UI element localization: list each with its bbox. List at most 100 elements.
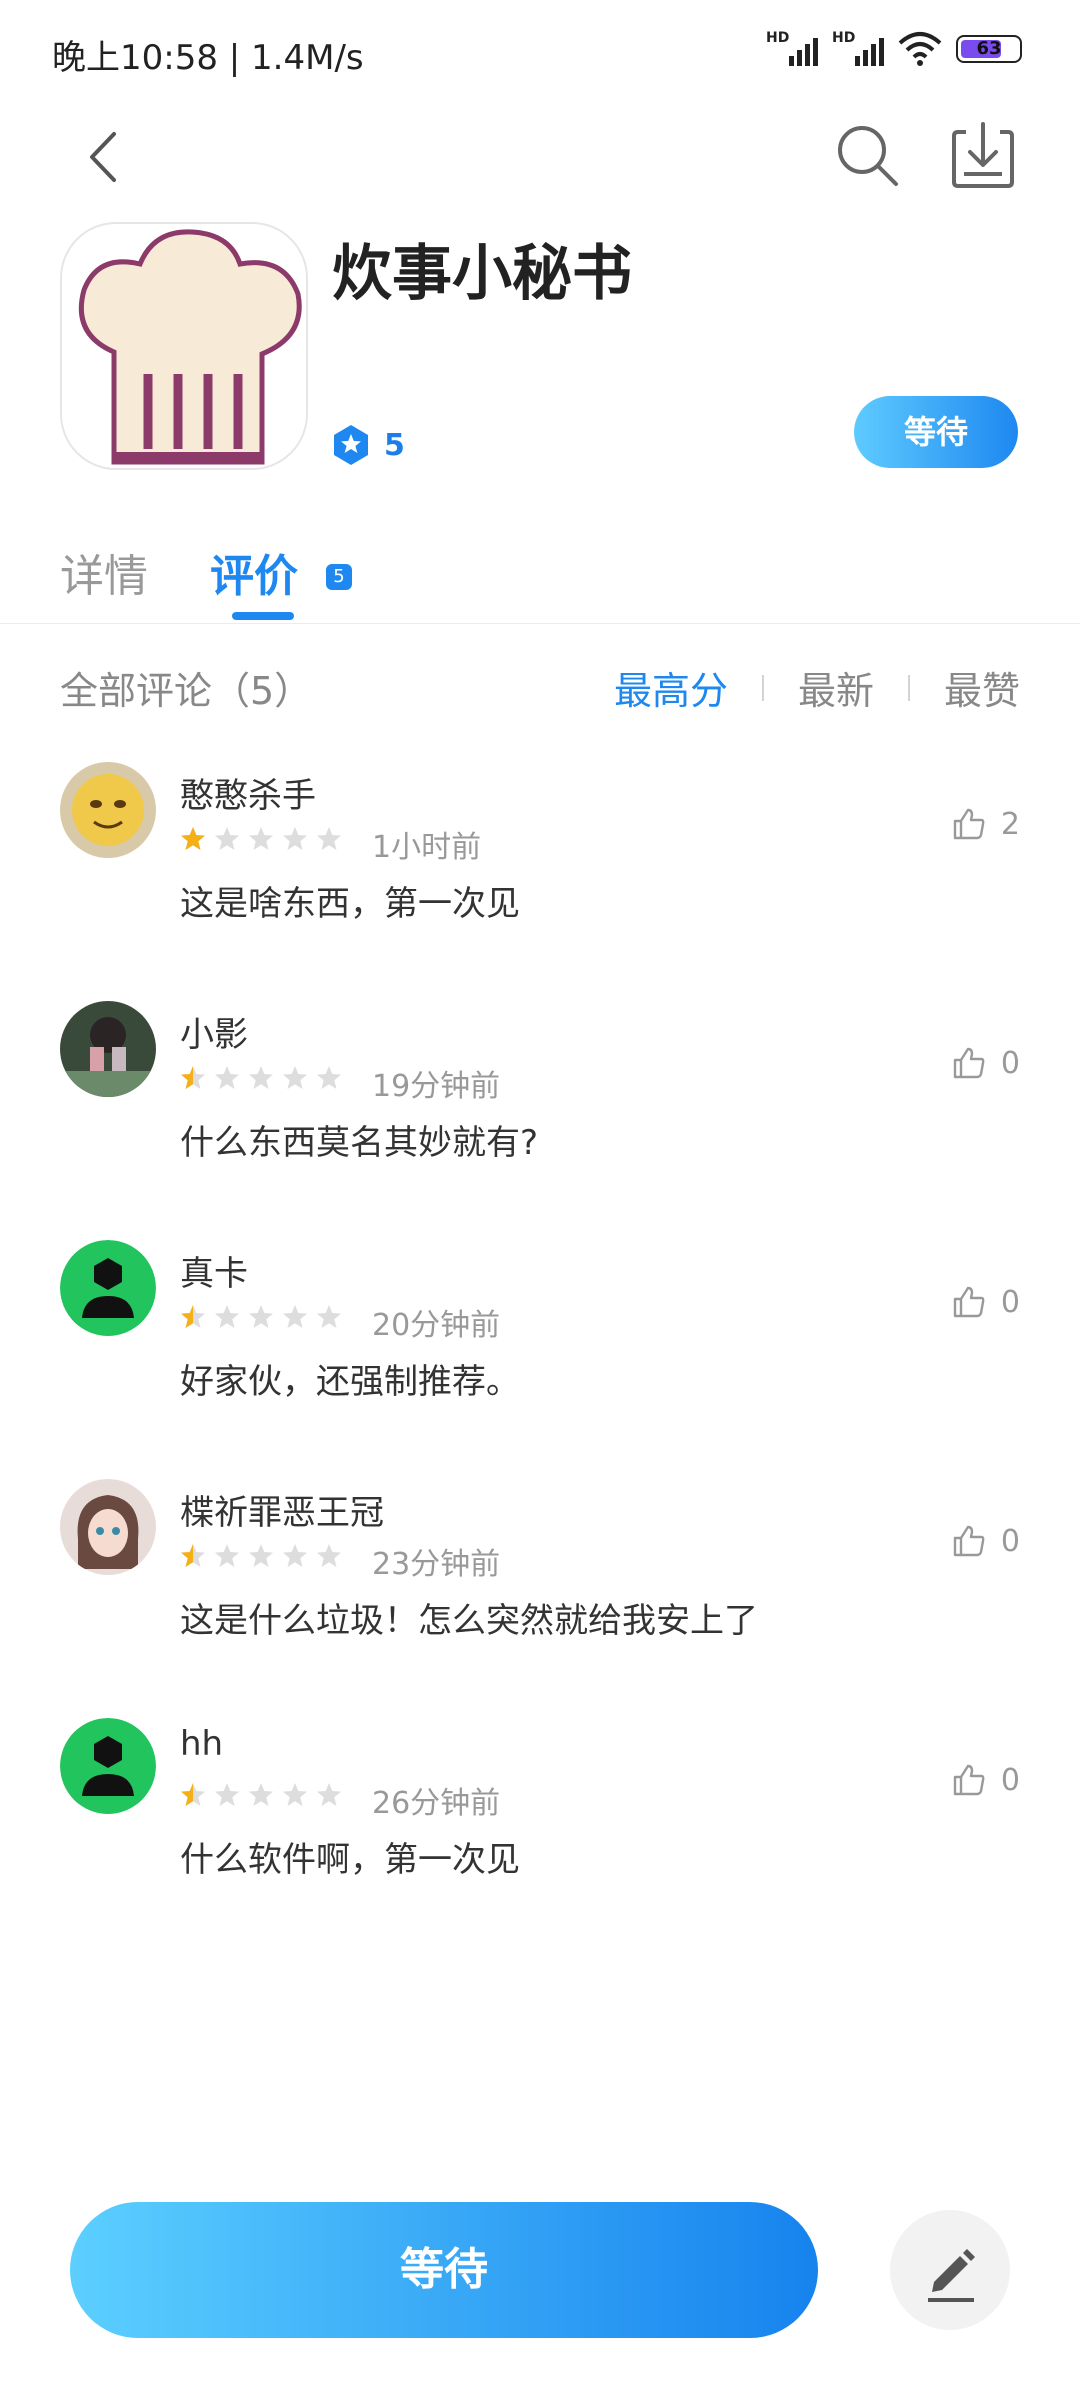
star-icon xyxy=(283,1305,307,1328)
star-rating xyxy=(180,826,342,852)
wait-button[interactable]: 等待 xyxy=(854,396,1018,468)
star-icon xyxy=(215,1544,239,1567)
app-name: 炊事小秘书 xyxy=(332,239,632,309)
reviewer-name: 楪祈罪恶王冠 xyxy=(180,1493,384,1533)
all-reviews-label: 全部评论（5） xyxy=(60,669,313,713)
wifi-icon xyxy=(898,32,942,66)
signal-icon: HD xyxy=(832,30,884,68)
review-time: 26分钟前 xyxy=(372,1786,501,1821)
star-rating xyxy=(180,1304,342,1330)
rating-score: 5 xyxy=(384,427,405,463)
star-icon xyxy=(181,1783,205,1806)
search-icon[interactable] xyxy=(830,118,904,192)
star-icon xyxy=(215,1783,239,1806)
back-arrow-icon[interactable] xyxy=(70,122,140,192)
chef-hat-logo xyxy=(78,229,302,465)
reviewer-name: 憨憨杀手 xyxy=(180,776,316,816)
divider xyxy=(907,674,910,701)
battery-icon: 63 xyxy=(956,35,1022,63)
star-icon xyxy=(215,1066,239,1089)
write-review-button[interactable] xyxy=(890,2210,1010,2330)
review-item: 小影 19分钟前 什么东西莫名其妙就有? 0 xyxy=(0,999,1080,1238)
review-list: 憨憨杀手 1小时前 这是啥东西，第一次见 2 小影 19分钟前 什么东西莫名其妙… xyxy=(0,760,1080,1955)
tab-details[interactable]: 详情 xyxy=(60,540,148,604)
star-icon xyxy=(181,1305,205,1328)
review-count-badge: 5 xyxy=(326,564,352,590)
default-avatar[interactable] xyxy=(60,1240,156,1336)
status-icons: HD HD 63 xyxy=(766,30,1022,68)
star-icon xyxy=(249,1544,273,1567)
bottom-wait-button[interactable]: 等待 xyxy=(70,2202,818,2338)
reviewer-name: hh xyxy=(180,1724,224,1764)
star-icon xyxy=(283,827,307,850)
star-icon xyxy=(249,827,273,850)
like-button[interactable]: 0 xyxy=(951,1523,1020,1559)
star-badge-icon xyxy=(334,425,368,465)
thumbs-up-icon xyxy=(953,1764,985,1796)
review-filter: 全部评论（5） 最高分 最新 最赞 xyxy=(60,660,1020,720)
tab-reviews[interactable]: 评价 xyxy=(210,540,298,604)
divider xyxy=(761,674,764,701)
tab-bar: 详情 评价 5 xyxy=(0,540,1080,624)
like-count: 2 xyxy=(1000,806,1020,842)
review-text: 好家伙，还强制推荐。 xyxy=(180,1362,520,1402)
review-item: 楪祈罪恶王冠 23分钟前 这是什么垃圾！怎么突然就给我安上了 0 xyxy=(0,1477,1080,1716)
star-icon xyxy=(249,1066,273,1089)
tab-indicator xyxy=(232,612,294,620)
star-icon xyxy=(317,1066,341,1089)
default-avatar[interactable] xyxy=(60,1718,156,1814)
like-button[interactable]: 0 xyxy=(951,1762,1020,1798)
star-icon xyxy=(283,1544,307,1567)
edit-pen-icon xyxy=(928,2249,975,2302)
thumbs-up-icon xyxy=(953,1047,985,1079)
review-item: hh 26分钟前 什么软件啊，第一次见 0 xyxy=(0,1716,1080,1955)
like-button[interactable]: 2 xyxy=(951,806,1020,842)
thumbs-up-icon xyxy=(953,1286,985,1318)
review-text: 什么东西莫名其妙就有? xyxy=(180,1123,539,1163)
star-rating xyxy=(180,1543,342,1569)
rating-badge: 5 xyxy=(332,424,405,466)
thumbs-up-icon xyxy=(953,1525,985,1557)
review-time: 19分钟前 xyxy=(372,1069,501,1104)
app-icon xyxy=(60,222,308,470)
review-item: 憨憨杀手 1小时前 这是啥东西，第一次见 2 xyxy=(0,760,1080,999)
review-text: 什么软件啊，第一次见 xyxy=(180,1840,520,1880)
star-icon xyxy=(181,827,205,850)
star-icon xyxy=(215,827,239,850)
sort-newest[interactable]: 最新 xyxy=(798,660,874,715)
reviewer-name: 真卡 xyxy=(180,1254,248,1294)
reviewer-name: 小影 xyxy=(180,1015,248,1055)
star-icon xyxy=(181,1066,205,1089)
like-button[interactable]: 0 xyxy=(951,1284,1020,1320)
like-count: 0 xyxy=(1000,1762,1020,1798)
star-icon xyxy=(215,1305,239,1328)
sort-options: 最高分 最新 最赞 xyxy=(614,660,1020,715)
avatar[interactable] xyxy=(60,1479,156,1575)
star-icon xyxy=(317,1305,341,1328)
like-count: 0 xyxy=(1000,1284,1020,1320)
battery-level: 63 xyxy=(976,38,1002,59)
thumbs-up-icon xyxy=(953,808,985,840)
like-button[interactable]: 0 xyxy=(951,1045,1020,1081)
sort-highest[interactable]: 最高分 xyxy=(614,660,728,715)
star-icon xyxy=(249,1783,273,1806)
status-bar: 晚上10:58 | 1.4M/s HD HD 63 xyxy=(0,0,1080,100)
star-icon xyxy=(181,1544,205,1567)
star-icon xyxy=(249,1305,273,1328)
avatar[interactable] xyxy=(60,762,156,858)
like-count: 0 xyxy=(1000,1045,1020,1081)
review-text: 这是啥东西，第一次见 xyxy=(180,884,520,924)
star-icon xyxy=(283,1066,307,1089)
download-icon[interactable] xyxy=(946,118,1020,192)
sort-most-liked[interactable]: 最赞 xyxy=(944,660,1020,715)
review-time: 20分钟前 xyxy=(372,1308,501,1343)
review-item: 真卡 20分钟前 好家伙，还强制推荐。 0 xyxy=(0,1238,1080,1477)
status-time: 晚上10:58 | 1.4M/s xyxy=(52,38,364,78)
avatar[interactable] xyxy=(60,1001,156,1097)
top-nav xyxy=(0,110,1080,200)
review-time: 23分钟前 xyxy=(372,1547,501,1582)
signal-icon: HD xyxy=(766,30,818,68)
star-icon xyxy=(317,1783,341,1806)
star-icon xyxy=(283,1783,307,1806)
review-text: 这是什么垃圾！怎么突然就给我安上了 xyxy=(180,1601,758,1641)
